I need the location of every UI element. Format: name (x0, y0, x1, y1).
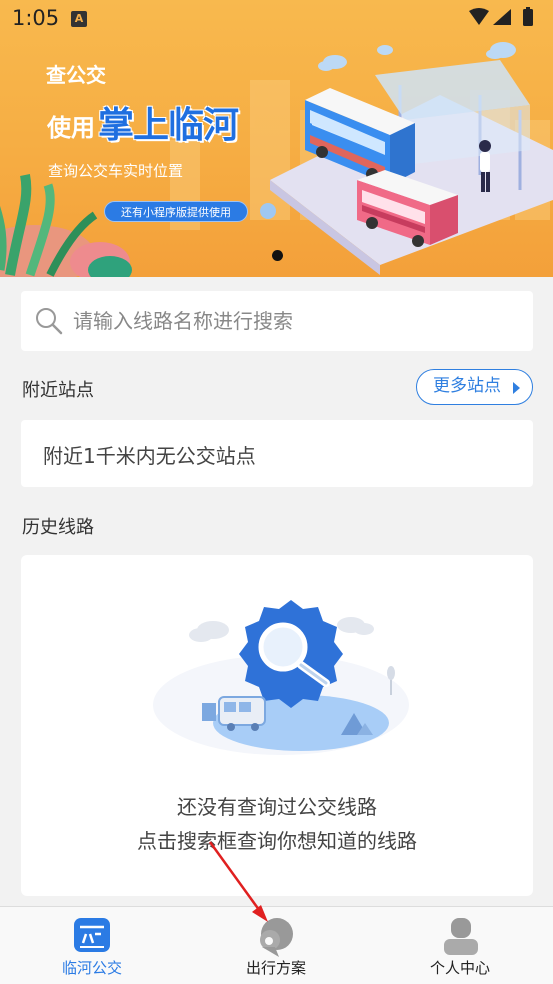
tab-label: 临河公交 (61, 959, 122, 977)
history-section-title: 历史线路 (22, 517, 94, 538)
signal-battery-icons (469, 7, 533, 26)
tab-personal-center[interactable]: 个人中心 (385, 907, 535, 984)
tab-label: 出行方案 (245, 959, 306, 977)
status-bar: 1:05 A (0, 0, 553, 38)
tab-travel-plan[interactable]: 出行方案 (201, 907, 351, 984)
more-stations-label: 更多站点 (433, 376, 501, 396)
tab-linhe-bus[interactable]: 临河公交 (17, 907, 167, 984)
search-icon (36, 308, 63, 335)
person-icon (444, 918, 478, 955)
banner[interactable]: 1:05 A 查公交 使用 掌上临河 查询公交车实时位置 还有小程序版提供使用 (0, 0, 553, 277)
history-empty-line1: 还没有查询过公交线路 (177, 795, 377, 819)
banner-subtitle: 查询公交车实时位置 (48, 162, 184, 180)
history-card: 还没有查询过公交线路 点击搜索框查询你想知道的线路 (21, 555, 533, 896)
search-input[interactable] (73, 291, 513, 351)
history-empty-line2: 点击搜索框查询你想知道的线路 (137, 829, 417, 853)
status-time: 1:05 (12, 6, 60, 30)
more-stations-button[interactable]: 更多站点 (416, 369, 533, 405)
tab-label: 个人中心 (429, 959, 490, 977)
nearby-empty-text: 附近1千米内无公交站点 (43, 444, 256, 468)
notification-badge-icon: A (71, 11, 87, 27)
banner-pill: 还有小程序版提供使用 (104, 201, 248, 222)
location-pin-icon (260, 918, 293, 957)
empty-search-illustration (153, 600, 409, 755)
bus-icon (74, 918, 110, 952)
nearby-section-title: 附近站点 (22, 380, 94, 401)
banner-title-prefix: 使用 (47, 114, 95, 142)
play-triangle-icon (513, 382, 520, 394)
banner-brand: 掌上临河 (98, 105, 239, 146)
banner-title: 查公交 (46, 63, 106, 87)
bottom-nav: 临河公交 出行方案 个人中心 (0, 906, 553, 984)
nearby-stations-card: 附近1千米内无公交站点 (21, 420, 533, 487)
search-bar[interactable] (21, 291, 533, 351)
banner-page-indicator[interactable] (272, 250, 283, 261)
